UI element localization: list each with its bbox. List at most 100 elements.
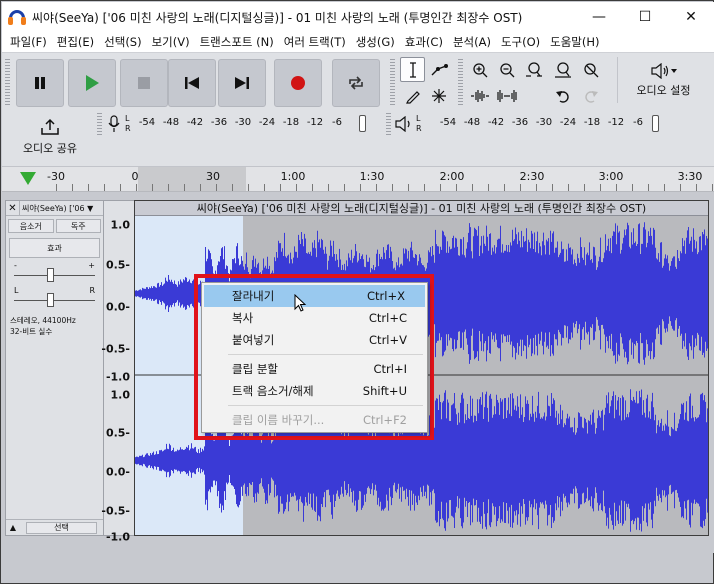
- rec-meter-l-label: L: [125, 114, 130, 123]
- timeline-tick: [536, 184, 537, 191]
- rec-meter-grip[interactable]: [97, 113, 102, 137]
- loop-button[interactable]: [332, 59, 380, 107]
- multi-tool-button[interactable]: [426, 83, 451, 108]
- tools-grip[interactable]: [390, 59, 395, 107]
- playback-meter[interactable]: LR -54 -48 -42 -36 -30 -24 -18 -12 -6: [395, 111, 666, 137]
- undo-icon: [555, 90, 569, 103]
- close-button[interactable]: ✕: [668, 2, 714, 32]
- zoom-out-icon: [499, 62, 514, 77]
- menu-help[interactable]: 도움말(H): [545, 34, 604, 50]
- record-meter[interactable]: LR -54 -48 -42 -36 -30 -24 -18 -12 -6: [106, 111, 380, 137]
- menu-edit[interactable]: 편집(E): [52, 34, 99, 50]
- menu-tracks[interactable]: 여러 트랙(T): [279, 34, 351, 50]
- amplitude-label: 1.0: [110, 388, 131, 402]
- share-audio-button[interactable]: 오디오 공유: [10, 111, 90, 163]
- edit-grip[interactable]: [458, 59, 463, 107]
- draw-tool-icon: [405, 90, 420, 104]
- undo-button[interactable]: [550, 83, 575, 108]
- clip-title-bar[interactable]: 씨야(SeeYa) ['06 미친 사랑의 노래(디지털싱글)] - 01 미친…: [135, 201, 708, 216]
- audio-setup-label: 오디오 설정: [636, 83, 691, 97]
- ctx-mute-track[interactable]: 트랙 음소거/해제 Shift+U: [202, 380, 427, 402]
- ctx-rename-clip[interactable]: 클립 이름 바꾸기... Ctrl+F2: [202, 409, 427, 431]
- pan-slider[interactable]: L R: [14, 286, 95, 308]
- trim-button[interactable]: [467, 83, 492, 108]
- zoom-in-button[interactable]: [467, 57, 492, 82]
- ctx-paste[interactable]: 붙여넣기 Ctrl+V: [202, 329, 427, 351]
- track-bitdepth-info: 32-비트 실수: [10, 327, 53, 336]
- play-tick: -48: [463, 117, 481, 128]
- menu-effect[interactable]: 효과(C): [400, 34, 448, 50]
- ctx-cut[interactable]: 잘라내기 Ctrl+X: [204, 285, 425, 307]
- pause-button[interactable]: [16, 59, 64, 107]
- ctx-split-clip[interactable]: 클립 분할 Ctrl+I: [202, 358, 427, 380]
- timeline-tick: [88, 184, 89, 191]
- amplitude-label: 0.5-: [105, 258, 130, 272]
- menu-file[interactable]: 파일(F): [5, 34, 52, 50]
- ctx-cut-shortcut: Ctrl+X: [367, 289, 405, 303]
- skip-start-button[interactable]: [168, 59, 216, 107]
- rec-meter-r-label: R: [125, 124, 131, 133]
- play-meter-grip[interactable]: [386, 113, 391, 137]
- zoom-out-button[interactable]: [494, 57, 519, 82]
- select-track-button[interactable]: 선택: [26, 521, 97, 534]
- track-close-button[interactable]: ✕: [6, 201, 20, 215]
- menu-generate[interactable]: 생성(G): [351, 34, 400, 50]
- timeline-tick: [552, 184, 553, 191]
- toolbar: 오디오 설정 오디오 공유 LR -54 -48 -42 -36 -30 -24…: [2, 52, 714, 166]
- maximize-button[interactable]: ☐: [622, 2, 668, 32]
- play-tick: -6: [633, 117, 643, 128]
- menu-separator: [228, 405, 423, 406]
- rec-tick: -12: [306, 117, 324, 128]
- track-name-menu[interactable]: 씨야(SeeYa) ['06 ▼: [20, 203, 103, 214]
- timeline-tick: [136, 184, 137, 191]
- ctx-copy[interactable]: 복사 Ctrl+C: [202, 307, 427, 329]
- zoom-toggle-button[interactable]: [578, 57, 603, 82]
- draw-tool-button[interactable]: [400, 83, 425, 108]
- timeline-tick: [440, 184, 441, 191]
- gain-knob[interactable]: [47, 268, 54, 282]
- pause-icon: [35, 77, 45, 89]
- play-tick: -54: [439, 117, 457, 128]
- menu-select[interactable]: 선택(S): [99, 34, 146, 50]
- track-control-panel[interactable]: ✕ 씨야(SeeYa) ['06 ▼ 음소거 독주 효과 - + L R 스테레…: [5, 200, 104, 536]
- collapse-track-icon[interactable]: ▲: [6, 523, 20, 532]
- stop-button[interactable]: [120, 59, 168, 107]
- zoom-toggle-icon: [583, 62, 598, 77]
- envelope-tool-icon: [431, 63, 448, 75]
- menu-tools[interactable]: 도구(O): [496, 34, 545, 50]
- timeline-tick: [248, 184, 249, 191]
- menu-view[interactable]: 보기(V): [147, 34, 195, 50]
- gain-slider[interactable]: - +: [14, 261, 95, 283]
- rec-tick: -6: [332, 117, 342, 128]
- ctx-paste-shortcut: Ctrl+V: [369, 333, 407, 347]
- menu-transport[interactable]: 트랜스포트 (N): [195, 34, 279, 50]
- amplitude-ruler[interactable]: 1.0 0.5- 0.0- -0.5- -1.0 1.0 0.5- 0.0- -0.5- -1.0: [101, 200, 134, 544]
- minimize-button[interactable]: —: [576, 2, 622, 32]
- speaker-icon: [395, 116, 410, 132]
- audio-setup-button[interactable]: 오디오 설정: [617, 57, 709, 103]
- play-head-icon[interactable]: [20, 172, 36, 185]
- rec-volume-slider[interactable]: [359, 115, 366, 132]
- fit-project-button[interactable]: [550, 57, 575, 82]
- record-button[interactable]: [274, 59, 322, 107]
- timeline-tick: [584, 184, 585, 191]
- play-button[interactable]: [68, 59, 116, 107]
- envelope-tool-button[interactable]: [426, 57, 451, 82]
- effects-button[interactable]: 효과: [9, 238, 100, 258]
- timeline-tick: [456, 184, 457, 191]
- fit-selection-button[interactable]: [521, 57, 546, 82]
- share-label: 오디오 공유: [22, 142, 78, 155]
- toolbar-grip[interactable]: [5, 59, 10, 107]
- rec-tick: -54: [138, 117, 156, 128]
- play-volume-slider[interactable]: [652, 115, 659, 132]
- timeline-tick: [488, 184, 489, 191]
- skip-end-button[interactable]: [218, 59, 266, 107]
- silence-button[interactable]: [494, 83, 519, 108]
- menu-analyze[interactable]: 분석(A): [448, 34, 496, 50]
- select-tool-button[interactable]: [400, 57, 425, 82]
- timeline-ruler[interactable]: -30 0 30 1:00 1:30 2:00 2:30 3:00 3:30: [2, 166, 714, 192]
- mute-button[interactable]: 음소거: [8, 219, 54, 233]
- solo-button[interactable]: 독주: [55, 219, 101, 233]
- redo-button[interactable]: [578, 83, 603, 108]
- pan-knob[interactable]: [47, 293, 54, 307]
